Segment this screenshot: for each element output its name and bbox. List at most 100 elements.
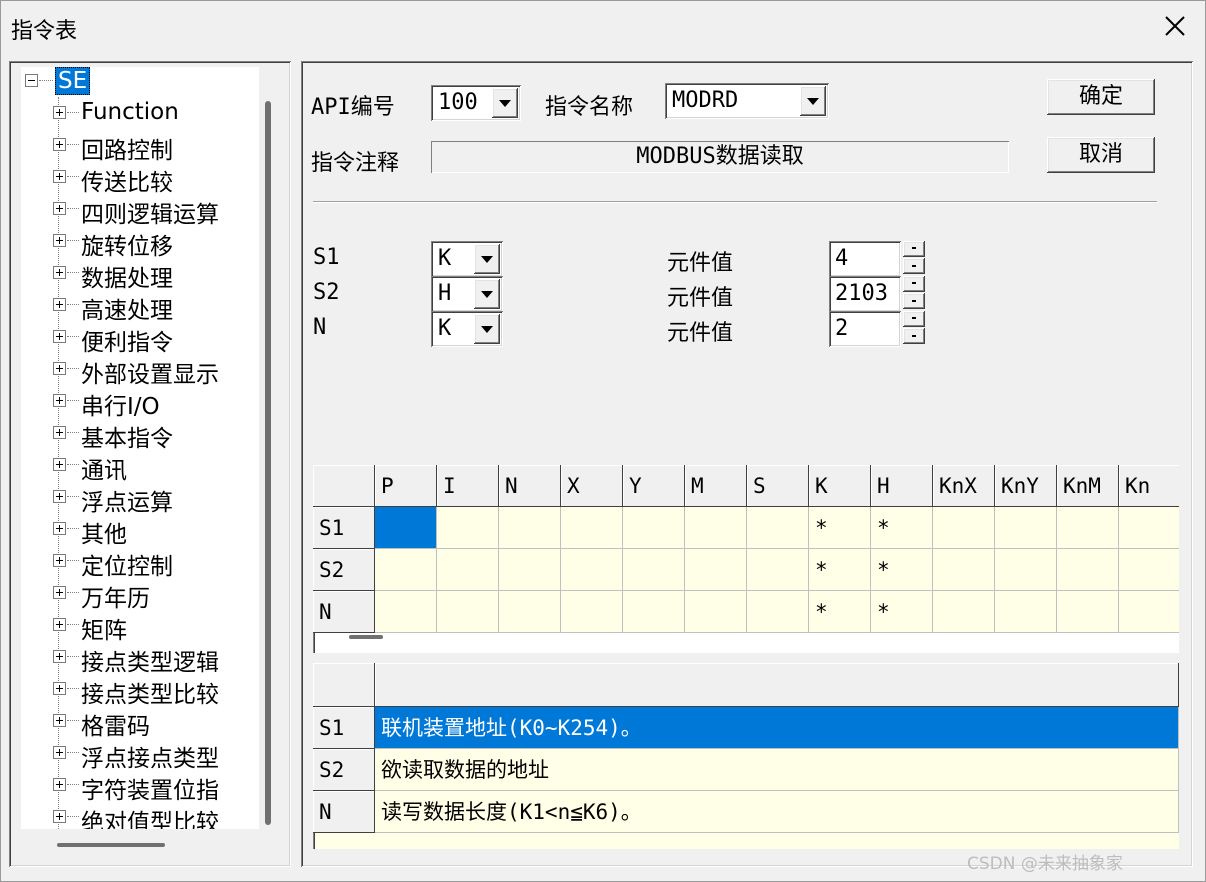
element-value-input[interactable]: 4 [829, 241, 901, 277]
row-header[interactable]: S2 [313, 549, 375, 591]
table-cell[interactable] [1119, 591, 1179, 633]
column-header[interactable]: P [375, 465, 437, 507]
table-cell[interactable] [375, 591, 437, 633]
spin-down-icon[interactable] [903, 328, 925, 344]
expand-icon[interactable] [53, 522, 66, 535]
row-header[interactable]: N [313, 591, 375, 633]
expand-icon[interactable] [53, 714, 66, 727]
table-cell[interactable] [995, 507, 1057, 549]
table-cell[interactable] [499, 507, 561, 549]
spin-up-icon[interactable] [903, 241, 925, 257]
column-header[interactable]: S [747, 465, 809, 507]
column-header[interactable]: K [809, 465, 871, 507]
expand-icon[interactable] [53, 298, 66, 311]
table-cell[interactable] [623, 549, 685, 591]
column-header[interactable]: Y [623, 465, 685, 507]
expand-icon[interactable] [53, 138, 66, 151]
spin-down-icon[interactable] [903, 258, 925, 274]
expand-icon[interactable] [53, 394, 66, 407]
table-cell[interactable] [995, 549, 1057, 591]
table-cell[interactable] [623, 507, 685, 549]
description-cell[interactable]: 欲读取数据的地址 [375, 749, 1179, 791]
description-table[interactable]: S1 联机装置地址(K0~K254)。 S2 欲读取数据的地址 N 读写数据长度(K1<n… [313, 663, 1179, 849]
chevron-down-icon[interactable] [492, 88, 518, 118]
column-header[interactable]: KnY [995, 465, 1057, 507]
table-cell[interactable] [1057, 591, 1119, 633]
element-value-input[interactable]: 2 [829, 311, 901, 347]
row-header[interactable]: S2 [313, 749, 375, 791]
close-icon[interactable] [1145, 1, 1205, 51]
expand-icon[interactable] [53, 810, 66, 823]
table-cell[interactable] [1119, 549, 1179, 591]
column-header[interactable]: M [685, 465, 747, 507]
device-table[interactable]: P I N X Y M S K H KnX KnY KnM Kn S1 * * S2 * * N * * [313, 465, 1179, 653]
description-cell[interactable]: 读写数据长度(K1<n≦K6)。 [375, 791, 1179, 833]
operand-type-select[interactable]: H [431, 276, 503, 312]
column-header[interactable]: KnX [933, 465, 995, 507]
column-header[interactable]: H [871, 465, 933, 507]
table-cell[interactable]: * [809, 591, 871, 633]
value-spinner[interactable] [903, 241, 925, 275]
table-cell[interactable] [933, 507, 995, 549]
table-cell[interactable] [437, 507, 499, 549]
ok-button[interactable]: 确定 [1047, 79, 1155, 115]
table-cell[interactable] [685, 591, 747, 633]
chevron-down-icon[interactable] [474, 244, 500, 274]
table-cell[interactable] [375, 549, 437, 591]
api-number-select[interactable]: 100 [431, 85, 521, 121]
expand-icon[interactable] [53, 490, 66, 503]
expand-icon[interactable] [53, 458, 66, 471]
table-cell[interactable] [375, 507, 437, 549]
expand-icon[interactable] [53, 778, 66, 791]
expand-icon[interactable] [53, 106, 66, 119]
expand-icon[interactable] [53, 618, 66, 631]
expand-icon[interactable] [53, 362, 66, 375]
operand-type-select[interactable]: K [431, 311, 503, 347]
table-cell[interactable] [561, 507, 623, 549]
table-cell[interactable] [995, 591, 1057, 633]
table-cell[interactable] [1057, 549, 1119, 591]
column-header[interactable]: X [561, 465, 623, 507]
table-cell[interactable] [747, 549, 809, 591]
chevron-down-icon[interactable] [474, 279, 500, 309]
row-header[interactable]: S1 [313, 507, 375, 549]
expand-icon[interactable] [53, 202, 66, 215]
column-header[interactable]: KnM [1057, 465, 1119, 507]
table-cell[interactable]: * [871, 591, 933, 633]
expand-icon[interactable] [53, 746, 66, 759]
cancel-button[interactable]: 取消 [1047, 137, 1155, 173]
operand-type-select[interactable]: K [431, 241, 503, 277]
table-cell[interactable] [747, 507, 809, 549]
table-cell[interactable] [499, 549, 561, 591]
instruction-name-select[interactable]: MODRD [665, 83, 829, 119]
table-cell[interactable]: * [809, 549, 871, 591]
expand-icon[interactable] [53, 330, 66, 343]
chevron-down-icon[interactable] [474, 314, 500, 344]
row-header[interactable]: N [313, 791, 375, 833]
collapse-icon[interactable] [25, 74, 38, 87]
expand-icon[interactable] [53, 682, 66, 695]
table-cell[interactable] [437, 591, 499, 633]
table-cell[interactable] [933, 591, 995, 633]
expand-icon[interactable] [53, 650, 66, 663]
table-cell[interactable] [685, 549, 747, 591]
table-cell[interactable] [1057, 507, 1119, 549]
table-cell[interactable] [499, 591, 561, 633]
expand-icon[interactable] [53, 234, 66, 247]
tree-horizontal-scrollbar[interactable] [57, 843, 165, 847]
table-cell[interactable]: * [871, 507, 933, 549]
table-cell[interactable] [561, 591, 623, 633]
table-cell[interactable] [1119, 507, 1179, 549]
row-header[interactable]: S1 [313, 707, 375, 749]
table-cell[interactable] [623, 591, 685, 633]
spin-up-icon[interactable] [903, 311, 925, 327]
description-cell[interactable]: 联机装置地址(K0~K254)。 [375, 707, 1179, 749]
spin-down-icon[interactable] [903, 293, 925, 309]
column-header[interactable]: Kn [1119, 465, 1179, 507]
table-cell[interactable] [933, 549, 995, 591]
expand-icon[interactable] [53, 554, 66, 567]
value-spinner[interactable] [903, 311, 925, 345]
table-cell[interactable] [685, 507, 747, 549]
column-header[interactable]: I [437, 465, 499, 507]
chevron-down-icon[interactable] [800, 86, 826, 116]
